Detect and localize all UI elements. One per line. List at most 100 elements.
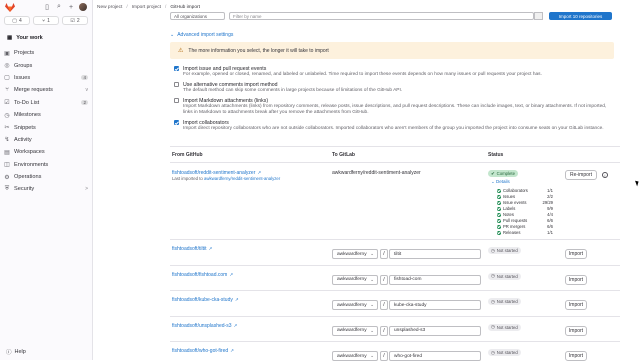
breadcrumb-github-import[interactable]: GitHub import [170, 5, 200, 10]
sidebar-toggle-icon[interactable]: ▯ [43, 3, 51, 11]
sidebar-item-environments[interactable]: ◫ Environments [0, 159, 92, 171]
repo-link[interactable]: fishtoadsoft/unsplashed-s3 ↗ [172, 323, 237, 329]
namespace-select[interactable]: awkwardferny ⌄ [332, 300, 378, 310]
table-row: fishtoadsoft/fishtoad.com ↗ awkwardferny… [170, 268, 620, 288]
sidebar-item-security[interactable]: ⛨ Security > [0, 183, 92, 195]
stat-value: 9/9 [547, 206, 553, 212]
namespace-value: awkwardferny [337, 328, 367, 333]
option-description: Import Markdown attachments (links) from… [183, 103, 607, 115]
todo-counter[interactable]: ☑ 2 [62, 16, 88, 25]
reimport-button[interactable]: Re-import [565, 170, 597, 180]
sidebar-item-to-do-list[interactable]: ☑ To-Do List 2 [0, 97, 92, 109]
last-imported-link[interactable]: awkwardferny/reddit-sentiment-analyzer [204, 176, 280, 181]
check-circle-icon [497, 218, 501, 223]
sidebar-item-milestones[interactable]: ◷ Milestones [0, 109, 92, 121]
project-name-input[interactable]: tiltit [389, 249, 481, 259]
status-badge: ◷ Not started [488, 247, 521, 254]
operations-icon: ⚙ [4, 174, 10, 181]
help-link[interactable]: ⓘ Help [6, 348, 26, 356]
chevron-down-icon: ⌄ [370, 302, 374, 307]
sidebar-item-label: Activity [14, 136, 32, 143]
info-icon[interactable]: i [602, 172, 608, 178]
sidebar-item-snippets[interactable]: ✂ Snippets [0, 121, 92, 133]
issues-icon: ▢ [4, 75, 10, 82]
path-separator: / [380, 249, 388, 259]
stat-label: Issue events [503, 200, 527, 206]
counters: ▢ 4 ⑂ 1 ☑ 2 [0, 14, 92, 27]
gitlab-logo-icon[interactable] [5, 2, 15, 12]
sidebar-item-merge-requests[interactable]: ⑂ Merge requests v [0, 84, 92, 96]
details-toggle[interactable]: ⌄ Details [491, 179, 510, 185]
import-button[interactable]: Import [565, 274, 587, 285]
filter-search-input[interactable]: Filter by name [229, 12, 534, 20]
sidebar-item-groups[interactable]: ◎ Groups [0, 59, 92, 71]
merge-requests-counter[interactable]: ⑂ 1 [33, 16, 59, 25]
import-stat: Issue events 29/29 [497, 200, 553, 206]
project-name-input[interactable]: fishtoad-com [389, 274, 481, 285]
status-label: Not started [496, 299, 518, 304]
chevron-down-icon: ⌄ [370, 327, 374, 333]
repo-link[interactable]: fishtoadsoft/who-got-fired ↗ [172, 348, 234, 354]
sidebar-item-operations[interactable]: ⚙ Operations [0, 171, 92, 183]
search-icon[interactable]: ⌕ [55, 3, 63, 11]
merge-request-icon: ⑂ [5, 87, 9, 94]
breadcrumb-new-project[interactable]: New project [97, 5, 122, 10]
last-imported-text: Last imported to awkwardferny/reddit-sen… [172, 176, 280, 181]
stat-value: 2/2 [547, 194, 553, 200]
import-stat: Notes 4/4 [497, 212, 553, 218]
path-separator: / [380, 325, 388, 336]
namespace-select[interactable]: awkwardferny ⌄ [332, 274, 378, 285]
stat-label: Labels [503, 206, 516, 212]
import-button[interactable]: Import [565, 325, 587, 336]
sidebar-item-label: Snippets [14, 124, 36, 131]
repo-link[interactable]: fishtoadsoft/kube-cka-study ↗ [172, 297, 239, 303]
breadcrumb-import-project[interactable]: Import project [132, 5, 161, 10]
issues-counter[interactable]: ▢ 4 [4, 16, 30, 25]
stat-value: 6/6 [547, 218, 553, 224]
collaborators-checkbox[interactable] [174, 120, 179, 125]
plus-icon[interactable]: + [67, 3, 75, 11]
repo-link[interactable]: fishtoadsoft/fishtoad.com ↗ [172, 272, 233, 278]
import-button[interactable]: Import [565, 249, 587, 259]
sidebar-item-workspaces[interactable]: ▤ Workspaces [0, 146, 92, 158]
markdown-attachments-checkbox[interactable] [174, 98, 179, 103]
project-icon: ▣ [4, 50, 10, 57]
sidebar-header: ▯ ⌕ + [0, 0, 92, 14]
project-name-input[interactable]: kube-cka-study [389, 300, 481, 310]
clock-icon: ◷ [491, 324, 495, 329]
breadcrumb-separator: / [126, 4, 128, 10]
advanced-settings-toggle[interactable]: ⌄ Advanced import settings [170, 32, 233, 38]
import-selected-button[interactable]: Import 10 repositories [549, 12, 612, 20]
repo-link[interactable]: fishtoadsoft/tiltit ↗ [172, 246, 212, 252]
sidebar-item-label: Environments [14, 161, 49, 168]
avatar[interactable] [79, 3, 87, 11]
status-label: Complete [496, 171, 515, 176]
search-button[interactable] [534, 12, 543, 20]
chevron-down-icon: ⌄ [370, 276, 374, 282]
help-icon: ⓘ [6, 350, 12, 356]
project-name-input[interactable]: unsplashed-s3 [389, 325, 481, 336]
check-circle-icon: ✔ [491, 170, 495, 176]
your-work-label: Your work [16, 35, 43, 41]
external-link-icon: ↗ [208, 246, 213, 251]
issues-icon: ▢ [12, 17, 17, 24]
organization-select[interactable]: All organizations [170, 12, 225, 20]
chevron-down-icon: ⌄ [491, 179, 495, 184]
sidebar-item-projects[interactable]: ▣ Projects [0, 47, 92, 59]
sidebar-item-issues[interactable]: ▢ Issues 4 [0, 72, 92, 84]
issue-events-checkbox[interactable] [174, 66, 179, 71]
namespace-select[interactable]: awkwardferny ⌄ [332, 249, 378, 259]
stat-label: PR mergers [503, 224, 526, 230]
environment-icon: ◫ [4, 162, 10, 169]
alt-comments-checkbox[interactable] [174, 82, 179, 87]
your-work-heading: ▦ Your work [3, 33, 89, 43]
namespace-value: awkwardferny [337, 277, 367, 282]
import-button[interactable]: Import [565, 300, 587, 310]
advanced-settings-label: Advanced import settings [177, 32, 234, 38]
chevron-down-icon: ⌄ [370, 353, 374, 358]
divider [170, 264, 620, 266]
chevron-icon: v [85, 87, 89, 94]
table-header: From GitHub To GitLab Status [170, 150, 620, 160]
sidebar-item-activity[interactable]: ↯ Activity [0, 134, 92, 146]
namespace-select[interactable]: awkwardferny ⌄ [332, 325, 378, 336]
